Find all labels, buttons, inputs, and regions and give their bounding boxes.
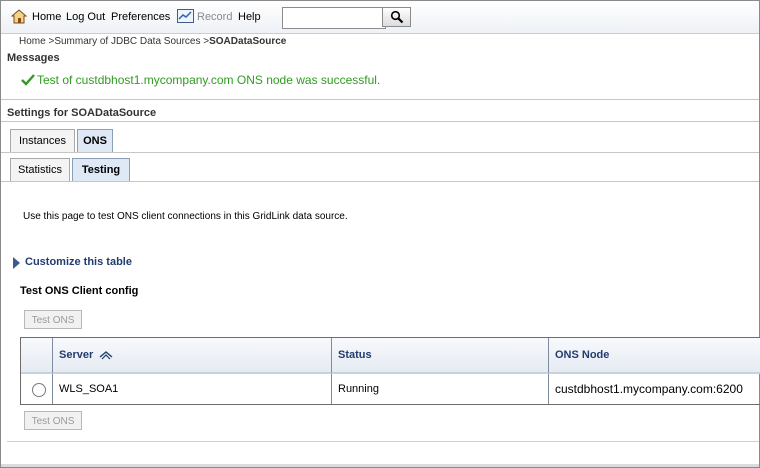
sort-ascending-icon[interactable] (99, 350, 113, 360)
breadcrumb: Home >Summary of JDBC Data Sources >SOAD… (19, 36, 286, 47)
search-button[interactable] (382, 7, 411, 27)
customize-table-link[interactable]: Customize this table (25, 256, 132, 268)
breadcrumb-current: SOADataSource (209, 36, 287, 47)
row-select-radio[interactable] (32, 383, 46, 397)
tab-bar-line (1, 152, 759, 153)
tab-testing[interactable]: Testing (72, 158, 130, 181)
tab-instances[interactable]: Instances (10, 129, 75, 152)
search-input[interactable] (282, 7, 386, 29)
cell-status: Running (332, 374, 549, 404)
search-icon (390, 10, 404, 24)
test-ons-button-bottom[interactable]: Test ONS (24, 411, 82, 430)
tab-statistics[interactable]: Statistics (10, 158, 70, 181)
breadcrumb-home[interactable]: Home (19, 36, 46, 47)
page-description: Use this page to test ONS client connect… (23, 211, 348, 222)
check-icon (21, 74, 35, 86)
tab-ons[interactable]: ONS (77, 129, 113, 152)
test-ons-button[interactable]: Test ONS (24, 310, 82, 329)
column-header-status[interactable]: Status (332, 338, 549, 374)
expand-triangle-icon[interactable] (13, 257, 20, 269)
select-column-header (21, 338, 53, 374)
ons-table: Server Status ONS Node WLS_SOA1 Running … (20, 337, 760, 405)
column-header-ons-node[interactable]: ONS Node (549, 338, 760, 374)
logout-link[interactable]: Log Out (66, 11, 105, 23)
success-message: Test of custdbhost1.mycompany.com ONS no… (37, 73, 381, 87)
cell-ons-node: custdbhost1.mycompany.com:6200 (555, 382, 743, 396)
messages-heading: Messages (7, 52, 60, 64)
table-title: Test ONS Client config (20, 285, 139, 297)
record-link: Record (197, 11, 233, 23)
divider (1, 99, 759, 100)
help-link[interactable]: Help (238, 11, 261, 23)
tab-bar-line (1, 181, 759, 182)
cell-server: WLS_SOA1 (53, 374, 332, 404)
record-icon (177, 9, 194, 23)
divider (1, 121, 759, 122)
toolbar: Home Log Out Preferences Record Help (1, 1, 759, 34)
column-header-server[interactable]: Server (53, 338, 332, 374)
settings-heading: Settings for SOADataSource (7, 107, 157, 119)
preferences-link[interactable]: Preferences (111, 11, 170, 23)
footer-bar (1, 464, 759, 467)
home-link[interactable]: Home (32, 11, 61, 23)
column-header-label: Server (59, 349, 94, 361)
console-panel: Home Log Out Preferences Record Help Hom… (0, 0, 760, 468)
breadcrumb-summary[interactable]: Summary of JDBC Data Sources (54, 36, 200, 47)
home-icon[interactable] (11, 9, 27, 24)
divider (7, 441, 759, 442)
breadcrumb-separator: > (200, 36, 210, 47)
